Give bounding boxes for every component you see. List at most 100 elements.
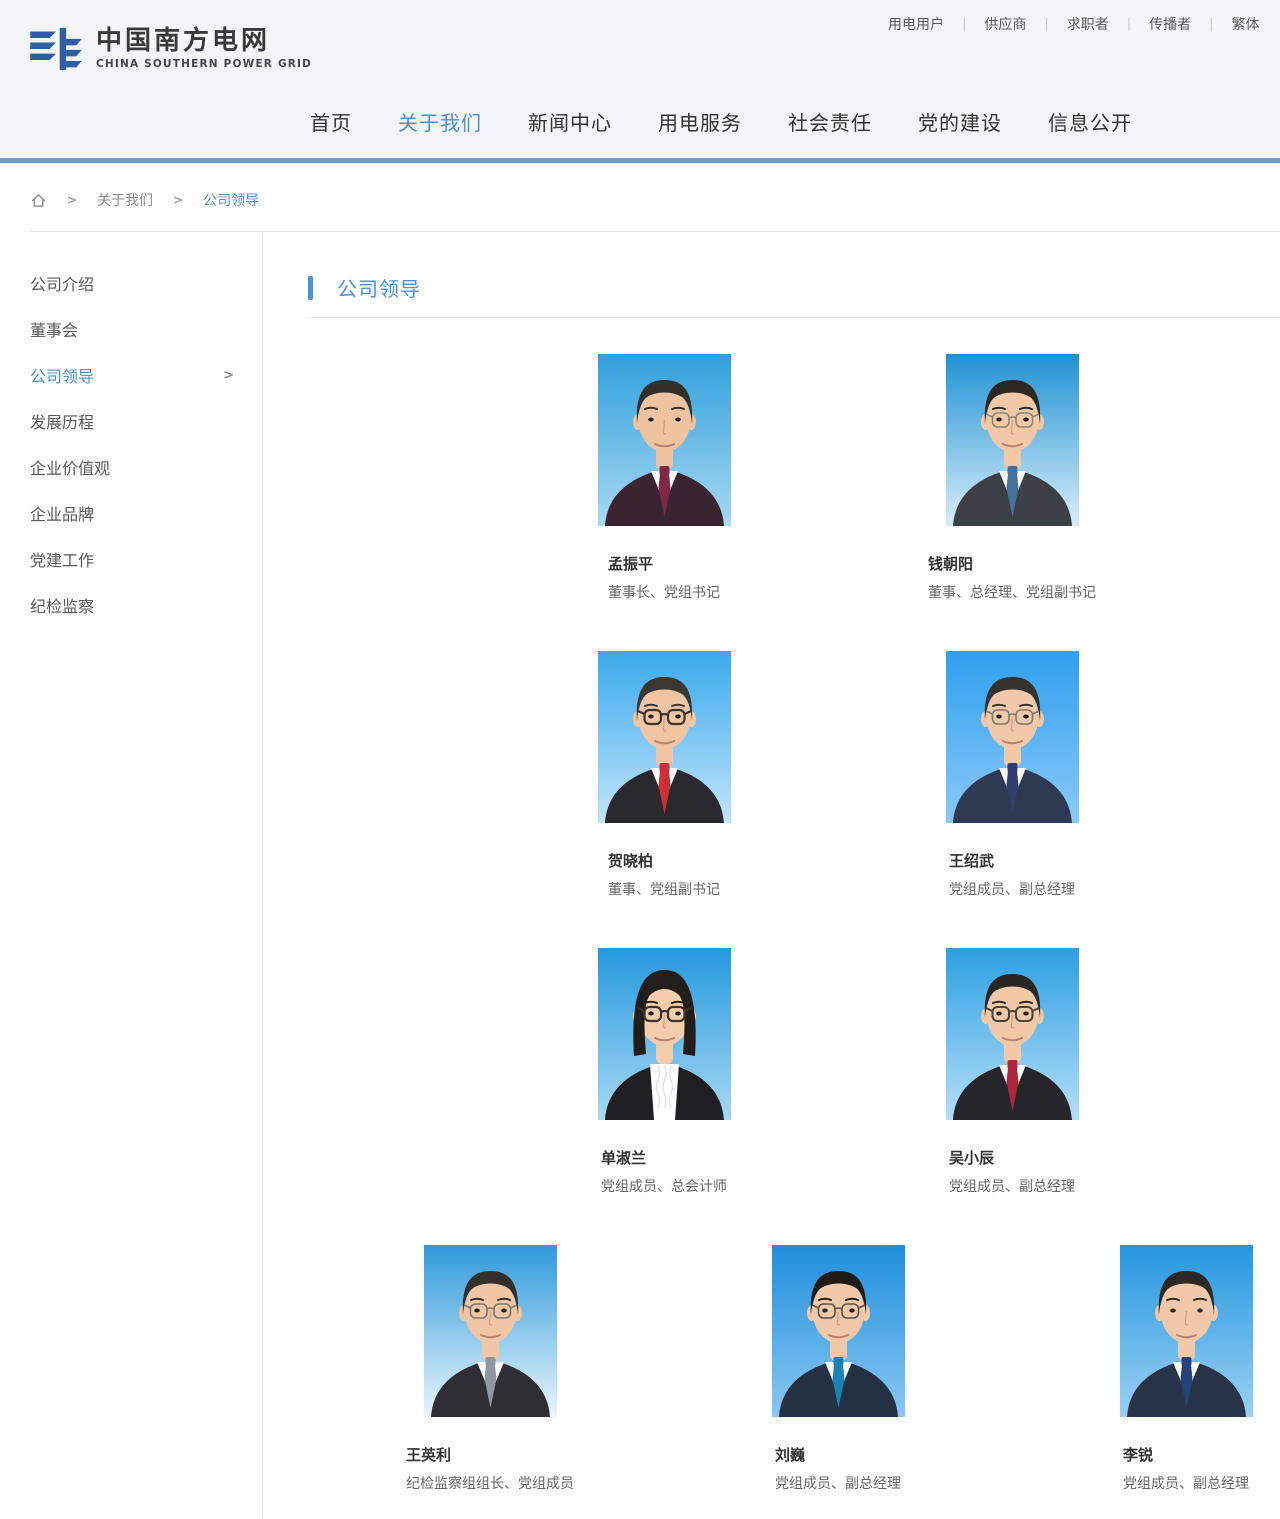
toplink-media[interactable]: 传播者: [1149, 14, 1191, 34]
power-grid-logo-icon: [28, 26, 84, 72]
page-title: 公司领导: [337, 273, 421, 302]
blouse: [650, 1064, 679, 1120]
eye-right: [1197, 1309, 1203, 1313]
eye-right: [849, 1309, 855, 1313]
nav-party-building[interactable]: 党的建设: [918, 108, 1002, 138]
leader-name: 刘巍: [775, 1444, 901, 1466]
leader-portrait: [772, 1245, 905, 1417]
leaders-row: 贺晓柏 董事、党组副书记: [308, 651, 1280, 900]
leader-card[interactable]: 单淑兰 党组成员、总会计师: [490, 948, 838, 1197]
leader-name: 王绍武: [949, 850, 1075, 872]
leader-card[interactable]: 王英利 纪检监察组组长、党组成员: [316, 1245, 664, 1494]
sidebar-item-discipline-inspection[interactable]: 纪检监察: [30, 582, 234, 628]
leader-title: 党组成员、副总经理: [949, 880, 1075, 900]
leader-name: 单淑兰: [601, 1147, 727, 1169]
eye-right: [1023, 418, 1029, 422]
title-accent-bar: [308, 276, 313, 300]
sidebar-item-label: 党建工作: [30, 547, 94, 571]
separator: |: [1127, 17, 1131, 32]
company-logo[interactable]: 中国南方电网 CHINA SOUTHERN POWER GRID: [28, 26, 312, 72]
site-header: 中国南方电网 CHINA SOUTHERN POWER GRID 用电用户 | …: [0, 0, 1280, 163]
leaders-grid: 孟振平 董事长、党组书记: [308, 354, 1280, 1494]
nav-home[interactable]: 首页: [310, 108, 352, 138]
leader-photo: [772, 1245, 905, 1417]
eye-left: [996, 418, 1002, 422]
sidebar-item-label: 企业品牌: [30, 501, 94, 525]
leader-portrait: [598, 948, 731, 1120]
leader-card[interactable]: 孟振平 董事长、党组书记: [490, 354, 838, 603]
leaders-row: 孟振平 董事长、党组书记: [308, 354, 1280, 603]
eye-right: [675, 1012, 681, 1016]
eye-right: [501, 1309, 507, 1313]
sidebar-item-party-building-work[interactable]: 党建工作: [30, 536, 234, 582]
main-nav: 首页 关于我们 新闻中心 用电服务 社会责任 党的建设 信息公开: [310, 108, 1132, 138]
leader-portrait: [946, 948, 1079, 1120]
leader-card[interactable]: 刘巍 党组成员、副总经理: [664, 1245, 1012, 1494]
toplink-job-seeker[interactable]: 求职者: [1067, 14, 1109, 34]
sidebar-item-label: 董事会: [30, 317, 78, 341]
leader-card[interactable]: 贺晓柏 董事、党组副书记: [490, 651, 838, 900]
leader-card[interactable]: 钱朝阳 董事、总经理、党组副书记: [838, 354, 1186, 603]
nav-power-services[interactable]: 用电服务: [658, 108, 742, 138]
separator: |: [1209, 17, 1213, 32]
leader-name: 吴小辰: [949, 1147, 1075, 1169]
eye-left: [996, 715, 1002, 719]
sidebar-item-board-of-directors[interactable]: 董事会: [30, 306, 234, 352]
leader-title: 党组成员、总会计师: [601, 1177, 727, 1197]
sidebar-item-development-history[interactable]: 发展历程: [30, 398, 234, 444]
sidebar-item-corporate-brand[interactable]: 企业品牌: [30, 490, 234, 536]
eye-left: [648, 715, 654, 719]
leaders-row: 王英利 纪检监察组组长、党组成员: [308, 1245, 1280, 1494]
separator: |: [962, 17, 966, 32]
leader-portrait: [1120, 1245, 1253, 1417]
eye-right: [1023, 715, 1029, 719]
leader-title: 党组成员、副总经理: [775, 1474, 901, 1494]
eye-left: [822, 1309, 828, 1313]
sidebar-item-company-leaders[interactable]: 公司领导 >: [30, 352, 234, 398]
section-header: 公司领导: [308, 273, 1280, 302]
leader-card[interactable]: 吴小辰 党组成员、副总经理: [838, 948, 1186, 1197]
nav-information-disclosure[interactable]: 信息公开: [1048, 108, 1132, 138]
toplink-supplier[interactable]: 供应商: [984, 14, 1026, 34]
eye-left: [474, 1309, 480, 1313]
leader-photo: [598, 651, 731, 823]
leader-photo: [946, 948, 1079, 1120]
section-divider: [308, 317, 1280, 318]
chevron-right-icon: >: [173, 193, 183, 207]
toplink-traditional-chinese[interactable]: 繁体: [1232, 14, 1260, 34]
leader-title: 纪检监察组组长、党组成员: [406, 1474, 574, 1494]
leader-card[interactable]: 王绍武 党组成员、副总经理: [838, 651, 1186, 900]
leader-portrait: [946, 354, 1079, 526]
sidebar-item-company-intro[interactable]: 公司介绍: [30, 260, 234, 306]
home-icon[interactable]: [30, 192, 47, 209]
leader-title: 党组成员、副总经理: [949, 1177, 1075, 1197]
breadcrumb-about-us[interactable]: 关于我们: [97, 190, 153, 210]
leader-photo: [424, 1245, 557, 1417]
leader-photo: [598, 354, 731, 526]
leader-name: 王英利: [406, 1444, 574, 1466]
sidebar-item-label: 纪检监察: [30, 593, 94, 617]
sidebar-item-corporate-values[interactable]: 企业价值观: [30, 444, 234, 490]
toplink-power-user[interactable]: 用电用户: [888, 14, 944, 34]
leader-photo: [946, 354, 1079, 526]
nav-news-center[interactable]: 新闻中心: [528, 108, 612, 138]
leader-title: 董事、党组副书记: [608, 880, 720, 900]
leader-card[interactable]: 李锐 党组成员、副总经理: [1012, 1245, 1280, 1494]
leader-photo: [946, 651, 1079, 823]
leader-photo: [1120, 1245, 1253, 1417]
sidebar-item-label: 发展历程: [30, 409, 94, 433]
eye-left: [648, 1012, 654, 1016]
leader-portrait: [598, 354, 731, 526]
separator: |: [1044, 17, 1048, 32]
leader-portrait: [946, 651, 1079, 823]
eye-left: [648, 418, 654, 422]
nav-social-responsibility[interactable]: 社会责任: [788, 108, 872, 138]
eye-right: [1023, 1012, 1029, 1016]
chevron-right-icon: >: [223, 368, 234, 383]
sidebar-item-label: 公司领导: [30, 363, 94, 387]
sidebar: 公司介绍 董事会 公司领导 > 发展历程 企业价值观 企业品牌 党建工作 纪检监…: [0, 232, 263, 1519]
eye-right: [675, 418, 681, 422]
leader-title: 党组成员、副总经理: [1123, 1474, 1249, 1494]
leader-portrait: [424, 1245, 557, 1417]
nav-about-us[interactable]: 关于我们: [398, 108, 482, 138]
